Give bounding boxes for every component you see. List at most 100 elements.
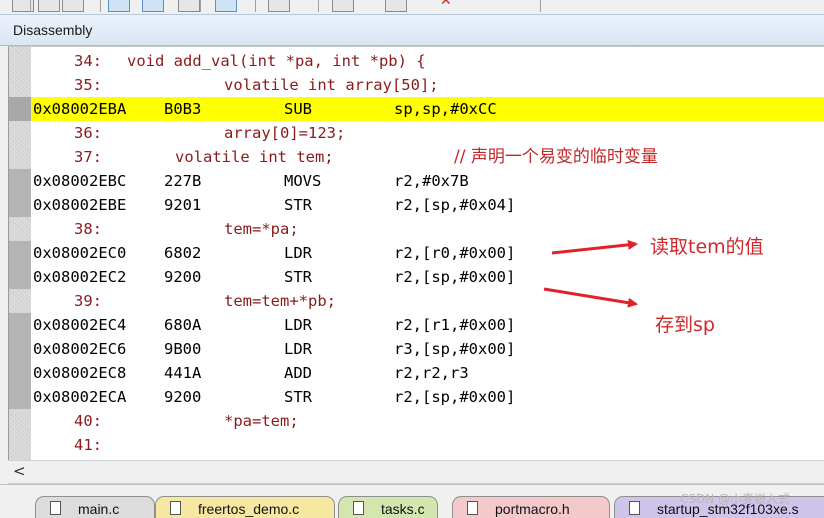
row-marker <box>9 241 31 265</box>
instruction-operands: r2,[r1,#0x00] <box>394 316 516 334</box>
instruction-opcode: 441A <box>164 364 202 382</box>
row-marker <box>9 73 31 97</box>
annotation-read-tem: 读取tem的值 <box>650 236 764 258</box>
source-line-number: 40: <box>74 412 102 430</box>
source-line-number: 37: <box>74 148 102 166</box>
window-title: Disassembly <box>13 22 93 38</box>
toolbar-separator <box>200 0 201 12</box>
instruction-mnemonic: LDR <box>284 340 312 358</box>
instruction-operands: r2,r2,r3 <box>394 364 469 382</box>
instruction-operands: r2,[r0,#0x00] <box>394 244 516 262</box>
watermark: CSDN @小麦嵌入式 <box>680 492 791 506</box>
toolbar-separator <box>540 0 541 12</box>
instruction-opcode: 227B <box>164 172 202 190</box>
source-row[interactable]: 41: <box>9 433 824 457</box>
row-marker <box>9 97 31 121</box>
row-marker <box>9 49 31 73</box>
asm-row[interactable]: 0x08002EBA B0B3 SUB sp,sp,#0xCC <box>9 97 824 121</box>
row-marker <box>9 313 31 337</box>
source-line-number: 39: <box>74 292 102 310</box>
disassembly-titlebar: Disassembly <box>0 14 824 46</box>
horizontal-scrollbar[interactable]: < <box>8 460 824 484</box>
row-marker <box>9 193 31 217</box>
instruction-address: 0x08002EC4 <box>33 316 127 334</box>
row-marker <box>9 337 31 361</box>
file-icon <box>629 501 640 515</box>
instruction-mnemonic: STR <box>284 268 312 286</box>
instruction-mnemonic: ADD <box>284 364 312 382</box>
source-line-number: 38: <box>74 220 102 238</box>
source-line-number: 34: <box>74 52 102 70</box>
toolbar-button-10[interactable] <box>385 0 407 12</box>
instruction-opcode: 9200 <box>164 388 202 406</box>
source-code: void add_val(int *pa, int *pb) { <box>127 52 426 70</box>
toolbar-button-7[interactable] <box>215 0 237 12</box>
source-code: tem=*pa; <box>224 220 299 238</box>
instruction-opcode: 680A <box>164 316 202 334</box>
close-icon[interactable]: ✕ <box>440 0 462 14</box>
toolbar-separator <box>255 0 256 12</box>
instruction-opcode: 9B00 <box>164 340 202 358</box>
source-row[interactable]: 37: volatile int tem; // 声明一个易变的临时变量 <box>9 145 824 169</box>
source-code: volatile int array[50]; <box>224 76 439 94</box>
toolbar-separator <box>30 0 31 12</box>
row-marker <box>9 409 31 433</box>
source-code: tem=tem+*pb; <box>224 292 336 310</box>
toolbar-separator <box>318 0 319 12</box>
instruction-address: 0x08002EC2 <box>33 268 127 286</box>
row-marker <box>9 145 31 169</box>
row-marker <box>9 169 31 193</box>
instruction-address: 0x08002EBE <box>33 196 127 214</box>
instruction-address: 0x08002EC6 <box>33 340 127 358</box>
toolbar-button-2[interactable] <box>38 0 60 12</box>
instruction-opcode: 9201 <box>164 196 202 214</box>
toolbar-button-9[interactable] <box>332 0 354 12</box>
row-marker <box>9 121 31 145</box>
source-row[interactable]: 36: array[0]=123; <box>9 121 824 145</box>
instruction-address: 0x08002EC8 <box>33 364 127 382</box>
instruction-mnemonic: SUB <box>284 100 312 118</box>
toolbar-button-4[interactable] <box>108 0 130 12</box>
row-marker <box>9 385 31 409</box>
instruction-address: 0x08002EC0 <box>33 244 127 262</box>
toolbar: ✕ <box>0 0 824 14</box>
toolbar-button-3[interactable] <box>62 0 84 12</box>
row-marker <box>9 289 31 313</box>
asm-row[interactable]: 0x08002EC8 441A ADD r2,r2,r3 <box>9 361 824 385</box>
toolbar-button-8[interactable] <box>268 0 290 12</box>
file-icon <box>170 501 181 515</box>
file-icon <box>50 501 61 515</box>
instruction-address: 0x08002EBC <box>33 172 127 190</box>
scroll-left-arrow-icon[interactable]: < <box>13 462 26 480</box>
row-marker <box>9 433 31 457</box>
annotation-store-sp: 存到sp <box>655 314 715 336</box>
asm-row[interactable]: 0x08002ECA 9200 STR r2,[sp,#0x00] <box>9 385 824 409</box>
instruction-opcode: B0B3 <box>164 100 202 118</box>
asm-row[interactable]: 0x08002EBC 227B MOVS r2,#0x7B <box>9 169 824 193</box>
instruction-operands: r3,[sp,#0x00] <box>394 340 516 358</box>
source-row[interactable]: 34: void add_val(int *pa, int *pb) { <box>9 49 824 73</box>
toolbar-separator <box>100 0 101 12</box>
source-row[interactable]: 35: volatile int array[50]; <box>9 73 824 97</box>
instruction-address: 0x08002EBA <box>33 100 127 118</box>
file-icon <box>353 501 364 515</box>
instruction-opcode: 6802 <box>164 244 202 262</box>
instruction-mnemonic: LDR <box>284 244 312 262</box>
instruction-mnemonic: LDR <box>284 316 312 334</box>
source-line-number: 41: <box>74 436 102 454</box>
toolbar-button-6[interactable] <box>178 0 200 12</box>
instruction-mnemonic: STR <box>284 388 312 406</box>
source-code: *pa=tem; <box>224 412 299 430</box>
source-line-number: 36: <box>74 124 102 142</box>
asm-row[interactable]: 0x08002EC6 9B00 LDR r3,[sp,#0x00] <box>9 337 824 361</box>
instruction-mnemonic: STR <box>284 196 312 214</box>
source-row[interactable]: 40: *pa=tem; <box>9 409 824 433</box>
row-marker <box>9 217 31 241</box>
source-line-number: 35: <box>74 76 102 94</box>
instruction-operands: sp,sp,#0xCC <box>394 100 497 118</box>
asm-row[interactable]: 0x08002EBE 9201 STR r2,[sp,#0x04] <box>9 193 824 217</box>
source-code: volatile int tem; <box>175 148 334 166</box>
toolbar-button-5[interactable] <box>142 0 164 12</box>
asm-row[interactable]: 0x08002EC2 9200 STR r2,[sp,#0x00] <box>9 265 824 289</box>
source-comment: // 声明一个易变的临时变量 <box>454 147 658 167</box>
